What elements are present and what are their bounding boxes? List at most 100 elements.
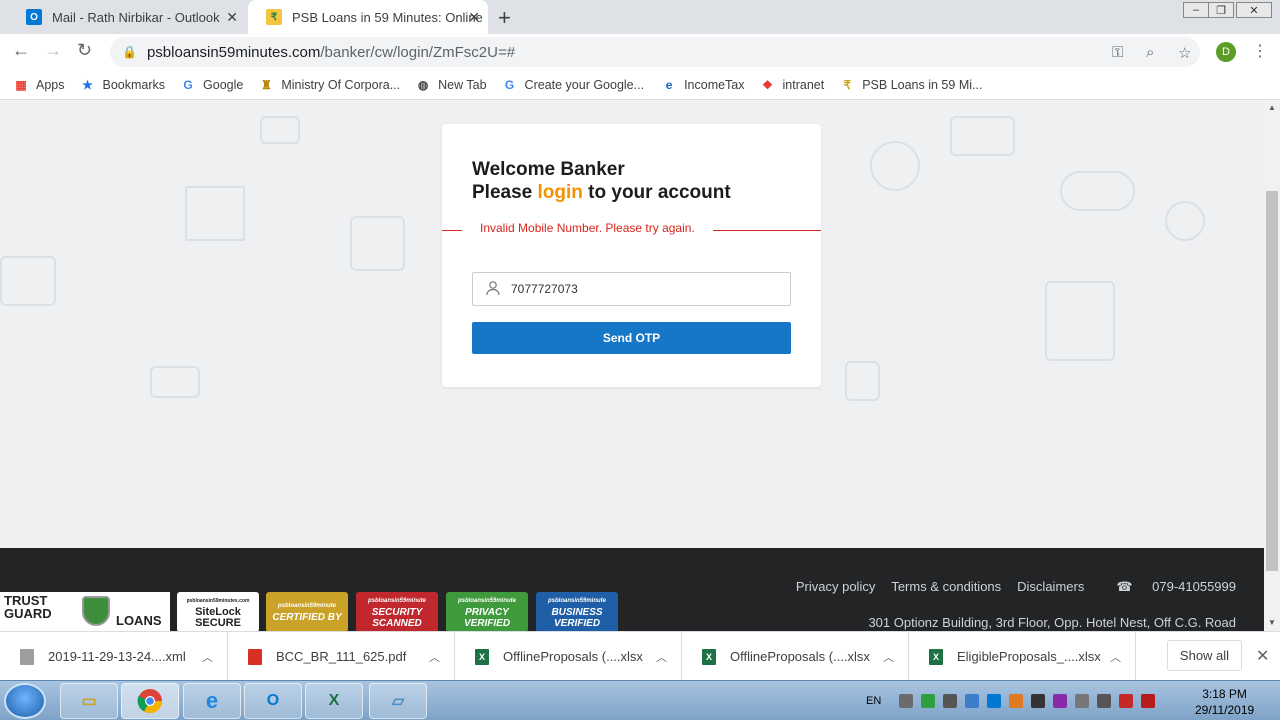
bookmark-apps[interactable]: ▦ Apps bbox=[14, 77, 64, 92]
trustguard-sub-label: LOANS bbox=[116, 613, 162, 628]
bookmark-psb[interactable]: ₹ PSB Loans in 59 Mi... bbox=[840, 78, 982, 92]
decor-house-icon bbox=[1045, 281, 1115, 361]
sitelock-badge[interactable]: psbloansin59minutes.com SiteLock SECURE bbox=[177, 592, 259, 631]
zoom-icon[interactable]: ⌕ bbox=[1146, 44, 1154, 61]
show-all-button[interactable]: Show all bbox=[1167, 640, 1242, 671]
tray-q-icon[interactable] bbox=[921, 694, 936, 708]
globe-icon: ◍ bbox=[417, 77, 429, 92]
download-filename: EligibleProposals_....xlsx bbox=[957, 649, 1101, 664]
business-verified-badge[interactable]: psbloansin59minute BUSINESS VERIFIED bbox=[536, 592, 618, 631]
footer-address: 301 Optionz Building, 3rd Floor, Opp. Ho… bbox=[868, 615, 1236, 630]
chevron-up-icon[interactable]: ︿ bbox=[883, 649, 894, 665]
download-item[interactable]: BCC_BR_111_625.pdf ︿ bbox=[228, 632, 455, 681]
bookmark-intranet[interactable]: ❖ intranet bbox=[761, 77, 824, 92]
mobile-number-field[interactable] bbox=[472, 272, 791, 306]
ie-icon: e bbox=[665, 77, 673, 92]
phone-number: 079-41055999 bbox=[1152, 579, 1236, 594]
bookmark-google[interactable]: G Google bbox=[181, 78, 243, 92]
subtitle-login-highlight: login bbox=[537, 182, 583, 203]
star-icon: ★ bbox=[82, 77, 93, 92]
maximize-button[interactable]: ❐ bbox=[1208, 2, 1234, 18]
bookmark-bookmarks[interactable]: ★ Bookmarks bbox=[81, 77, 166, 92]
download-filename: BCC_BR_111_625.pdf bbox=[276, 649, 407, 664]
lock-icon[interactable]: 🔒 bbox=[122, 45, 137, 59]
system-tray: EN bbox=[866, 681, 1156, 720]
vertical-scrollbar[interactable]: ▲ ▼ bbox=[1264, 101, 1280, 631]
clock-date: 29/11/2019 bbox=[1195, 703, 1255, 717]
chevron-up-icon[interactable]: ︿ bbox=[429, 649, 440, 665]
excel-icon[interactable]: X bbox=[305, 683, 363, 719]
scrollbar-thumb[interactable] bbox=[1266, 191, 1278, 571]
security-scanned-badge[interactable]: psbloansin59minute SECURITY SCANNED bbox=[356, 592, 438, 631]
profile-avatar[interactable]: D bbox=[1216, 42, 1236, 62]
tray-display-icon[interactable] bbox=[1097, 694, 1112, 708]
tab-outlook[interactable]: O Mail - Rath Nirbikar - Outlook ✕ bbox=[8, 0, 246, 34]
download-item[interactable]: 2019-11-29-13-24....xml ︿ bbox=[0, 632, 228, 681]
close-window-button[interactable]: ✕ bbox=[1236, 2, 1272, 18]
terms-link[interactable]: Terms & conditions bbox=[891, 579, 1001, 595]
tray-monitor-icon[interactable] bbox=[965, 694, 980, 708]
mobile-number-input[interactable] bbox=[511, 282, 790, 296]
tray-printer-icon[interactable] bbox=[943, 694, 958, 708]
download-item[interactable]: X EligibleProposals_....xlsx ︿ bbox=[909, 632, 1136, 681]
kebab-menu-icon[interactable]: ⋮ bbox=[1252, 41, 1268, 61]
close-icon[interactable]: ✕ bbox=[468, 9, 480, 26]
outlook-icon[interactable]: O bbox=[244, 683, 302, 719]
decor-wallet-icon bbox=[260, 116, 300, 144]
tab-psb-loans[interactable]: ₹ PSB Loans in 59 Minutes: Online ✕ bbox=[248, 0, 488, 34]
network-icon[interactable] bbox=[1141, 694, 1156, 708]
badge-title: SiteLock SECURE bbox=[195, 605, 241, 629]
site-footer: TRUST GUARD LOANS psbloansin59minutes.co… bbox=[0, 548, 1264, 631]
chevron-up-icon[interactable]: ︿ bbox=[656, 649, 667, 665]
notes-app-icon[interactable]: ▱ bbox=[369, 683, 427, 719]
apps-grid-icon: ▦ bbox=[15, 77, 27, 92]
forward-icon[interactable]: → bbox=[44, 40, 62, 61]
scroll-down-icon[interactable]: ▼ bbox=[1268, 618, 1276, 627]
intranet-icon: ❖ bbox=[762, 77, 773, 92]
back-icon[interactable]: ← bbox=[12, 40, 30, 61]
trustguard-label: TRUST GUARD bbox=[4, 593, 52, 621]
disclaimers-link[interactable]: Disclaimers bbox=[1017, 579, 1084, 595]
address-bar[interactable]: 🔒 psbloansin59minutes.com/banker/cw/logi… bbox=[110, 37, 1200, 67]
minimize-button[interactable]: – bbox=[1183, 2, 1209, 18]
download-item[interactable]: X OfflineProposals (....xlsx ︿ bbox=[455, 632, 682, 681]
internet-explorer-icon[interactable]: e bbox=[183, 683, 241, 719]
tray-flash-icon[interactable] bbox=[1009, 694, 1024, 708]
download-item[interactable]: X OfflineProposals (....xlsx ︿ bbox=[682, 632, 909, 681]
volume-icon[interactable] bbox=[1075, 694, 1090, 708]
tray-flag-icon[interactable] bbox=[1053, 694, 1068, 708]
chrome-icon[interactable] bbox=[121, 683, 179, 719]
close-icon[interactable]: ✕ bbox=[1256, 646, 1269, 666]
bookmark-star-icon[interactable]: ☆ bbox=[1178, 44, 1191, 62]
phone-icon: ☎ bbox=[1116, 579, 1137, 594]
bookmark-new-tab[interactable]: ◍ New Tab bbox=[416, 77, 487, 92]
bookmark-label: Bookmarks bbox=[102, 77, 166, 92]
reload-icon[interactable]: ↻ bbox=[77, 40, 92, 61]
tray-keyboard-icon[interactable] bbox=[1031, 694, 1046, 708]
close-icon[interactable]: ✕ bbox=[226, 9, 238, 26]
bookmark-label: Create your Google... bbox=[524, 77, 645, 92]
bookmark-incometax[interactable]: e IncomeTax bbox=[662, 77, 745, 92]
trustguard-badge[interactable]: TRUST GUARD LOANS bbox=[0, 592, 170, 631]
badge-domain: psbloansin59minute bbox=[277, 603, 336, 609]
scroll-up-icon[interactable]: ▲ bbox=[1268, 103, 1276, 112]
privacy-policy-link[interactable]: Privacy policy bbox=[796, 579, 875, 595]
bookmark-create-google[interactable]: G Create your Google... bbox=[503, 77, 645, 92]
start-button[interactable] bbox=[4, 683, 46, 719]
chevron-up-icon[interactable]: ︿ bbox=[202, 649, 213, 665]
bookmark-ministry[interactable]: ♜ Ministry Of Corpora... bbox=[259, 78, 400, 92]
send-otp-button[interactable]: Send OTP bbox=[472, 322, 791, 354]
language-indicator[interactable]: EN bbox=[866, 695, 881, 707]
tray-app-icon[interactable] bbox=[899, 694, 914, 708]
key-icon[interactable]: ⚿ bbox=[1112, 44, 1123, 61]
bookmark-label: New Tab bbox=[438, 77, 487, 92]
tray-security-icon[interactable] bbox=[1119, 694, 1134, 708]
chevron-up-icon[interactable]: ︿ bbox=[1110, 649, 1121, 665]
file-explorer-icon[interactable]: ▭ bbox=[60, 683, 118, 719]
new-tab-button[interactable]: + bbox=[498, 5, 511, 31]
privacy-verified-badge[interactable]: psbloansin59minute PRIVACY VERIFIED bbox=[446, 592, 528, 631]
excel-file-icon: X bbox=[475, 648, 489, 665]
certified-badge[interactable]: psbloansin59minute CERTIFIED BY bbox=[266, 592, 348, 631]
tray-outlook-icon[interactable] bbox=[987, 694, 1002, 708]
system-clock[interactable]: 3:18 PM 29/11/2019 bbox=[1195, 686, 1254, 718]
